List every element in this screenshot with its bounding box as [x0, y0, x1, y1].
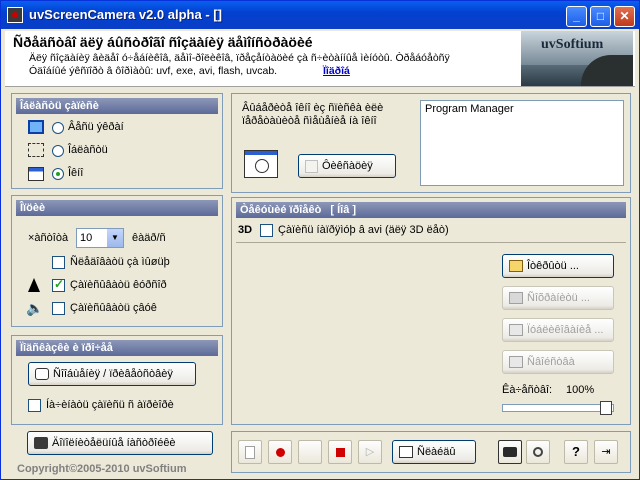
exit-button[interactable]: ⇥	[594, 440, 618, 464]
play-button[interactable]: ▷	[358, 440, 382, 464]
settings-heading: Îïöèè	[16, 200, 218, 216]
fps-select[interactable]: 10 ▼	[76, 228, 124, 248]
misc-heading: Ïîäñêàçêè è ïðî÷åå	[16, 340, 218, 356]
misc-panel: Ïîäñêàçêè è ïðî÷åå Ñîîáùåíèÿ / ïðèâåòñòâ…	[11, 335, 223, 425]
quality-slider-thumb[interactable]	[600, 401, 612, 415]
fixed-window-button[interactable]: Ôèêñàöèÿ	[298, 154, 396, 178]
properties-icon	[509, 356, 523, 369]
title-bar[interactable]: uvScreenCamera v2.0 alpha - [] _ □ ✕	[1, 1, 639, 29]
fixed-window-label: Ôèêñàöèÿ	[322, 160, 373, 172]
cursor-icon	[28, 278, 40, 292]
export-button[interactable]: Ïóáëèêîâàíèå ...	[502, 318, 614, 342]
logo-text: uvSoftium	[541, 37, 604, 52]
logo-rock	[581, 55, 633, 86]
app-icon[interactable]	[7, 7, 23, 23]
direct-avi-checkbox[interactable]	[260, 224, 273, 237]
project-heading: Òåêóùèé ïðîåêò [ Íîâ ]	[236, 202, 626, 218]
fps-unit: êàäð/ñ	[132, 232, 166, 244]
window-select-hint: Âûáåðèòå îêíî èç ñïèñêà èëè ïåðåòàùèòå ñ…	[242, 102, 384, 127]
window-icon	[28, 167, 44, 181]
tools-icon	[34, 437, 48, 450]
copyright-text: Copyright©2005-2010 uvSoftium	[17, 463, 187, 475]
new-file-icon[interactable]	[238, 440, 262, 464]
window-list[interactable]: Program Manager	[420, 100, 624, 186]
record-cursor-label[interactable]: Çàïèñûâàòü êóðñîð	[70, 279, 167, 291]
current-project-panel: Òåêóùèé ïðîåêò [ Íîâ ] 3D Çàïèñü íàïðÿìó…	[231, 197, 631, 425]
window-list-item[interactable]: Program Manager	[421, 101, 623, 117]
annotations-button[interactable]: Ñîîáùåíèÿ / ïðèâåòñòâèÿ	[28, 362, 196, 386]
capture-area-heading: Îáëàñòü çàïèñè	[16, 98, 218, 114]
annotations-button-label: Ñîîáùåíèÿ / ïðèâåòñòâèÿ	[53, 368, 173, 380]
divider	[236, 242, 626, 243]
record-cursor-checkbox[interactable]	[52, 277, 65, 292]
maximize-button[interactable]: □	[590, 6, 611, 27]
mode-3d-label: 3D	[238, 224, 253, 236]
capture-area-panel: Îáëàñòü çàïèñè Âåñü ýêðàí Îáëàñòü Îêíî	[11, 93, 223, 189]
bottom-toolbar: ▷ Ñëàéäû ? ⇥	[231, 431, 631, 473]
project-heading-title: Òåêóùèé ïðîåêò	[240, 204, 322, 216]
quality-value: 100%	[566, 384, 595, 396]
window-picker-icon[interactable]	[244, 150, 278, 178]
radio-region-label[interactable]: Îáëàñòü	[68, 144, 108, 156]
header-title: Ñðåäñòâî äëÿ áûñòðîãî ñîçäàíèÿ äåìîíñòðà…	[13, 34, 313, 50]
fps-value: 10	[80, 232, 93, 244]
radio-window-label[interactable]: Îêíî	[68, 167, 83, 179]
close-button[interactable]: ✕	[614, 6, 635, 27]
start-minimized-label[interactable]: Íà÷èíàòü çàïèñü ñ àïðèîðè	[46, 399, 174, 411]
minimize-button[interactable]: _	[566, 6, 587, 27]
advanced-settings-label: Äîïîëíèòåëüíûå íàñòðîéêè	[52, 437, 176, 449]
chevron-down-icon[interactable]: ▼	[107, 229, 123, 247]
help-button[interactable]: ?	[564, 440, 588, 464]
slides-button-label: Ñëàéäû	[417, 446, 456, 458]
monitor-icon	[28, 120, 44, 134]
export-icon	[509, 324, 523, 337]
window-title: uvScreenCamera v2.0 alpha - []	[29, 7, 222, 22]
region-icon	[28, 143, 44, 157]
fps-label: ×àñòîòà	[28, 232, 69, 244]
open-button-label: Îòêðûòü ...	[527, 260, 579, 272]
start-minimized-checkbox[interactable]	[28, 399, 41, 412]
follow-mouse-label[interactable]: Ñëåäîâàòü çà ìûøüþ	[70, 256, 170, 268]
speaker-icon: 🔈	[26, 300, 44, 316]
properties-button[interactable]: Ñâîéñòâà	[502, 350, 614, 374]
record-sound-label[interactable]: Çàïèñûâàòü çâóê	[70, 302, 157, 314]
record-button[interactable]	[268, 440, 292, 464]
floppy-icon	[509, 292, 523, 305]
camera-icon[interactable]	[498, 440, 522, 464]
quality-label: Êà÷åñòâî:	[502, 384, 553, 396]
export-button-label: Ïóáëèêîâàíèå ...	[527, 324, 604, 336]
stop-button[interactable]	[328, 440, 352, 464]
settings-panel: Îïöèè ×àñòîòà 10 ▼ êàäð/ñ Ñëåäîâàòü çà ì…	[11, 195, 223, 327]
zoom-icon[interactable]	[526, 440, 550, 464]
window-picker-titlebar	[245, 151, 277, 155]
header-description: Äëÿ ñîçäàíèÿ âèäåî ó÷åáíèêîâ, äåìî-ðîëèê…	[29, 52, 450, 64]
direct-avi-label[interactable]: Çàïèñü íàïðÿìóþ â avi (äëÿ 3D ëåò)	[278, 224, 449, 236]
save-button-label: Ñîõðàíèòü ...	[527, 292, 590, 304]
fixed-window-checkbox[interactable]	[305, 159, 318, 173]
radio-window[interactable]	[52, 168, 64, 180]
advanced-settings-button[interactable]: Äîïîëíèòåëüíûå íàñòðîéêè	[27, 431, 213, 455]
header-banner: Ñðåäñòâî äëÿ áûñòðîãî ñîçäàíèÿ äåìîíñòðà…	[5, 31, 635, 87]
slides-button[interactable]: Ñëàéäû	[392, 440, 476, 464]
app-window: uvScreenCamera v2.0 alpha - [] _ □ ✕ Ñðå…	[0, 0, 640, 480]
open-button[interactable]: Îòêðûòü ...	[502, 254, 614, 278]
logo: uvSoftium	[521, 31, 633, 86]
follow-mouse-checkbox[interactable]	[52, 256, 65, 269]
quality-slider[interactable]	[502, 404, 614, 412]
save-button[interactable]: Ñîõðàíèòü ...	[502, 286, 614, 310]
properties-button-label: Ñâîéñòâà	[527, 356, 575, 368]
radio-region[interactable]	[52, 145, 64, 157]
details-link[interactable]: Ïîäðîá	[323, 65, 350, 77]
project-name: [ Íîâ ]	[330, 204, 357, 216]
record-sound-checkbox[interactable]	[52, 302, 65, 315]
radio-fullscreen-label[interactable]: Âåñü ýêðàí	[68, 121, 124, 133]
crosshair-icon	[255, 159, 269, 173]
speech-bubble-icon	[35, 368, 49, 381]
window-select-panel: Âûáåðèòå îêíî èç ñïèñêà èëè ïåðåòàùèòå ñ…	[231, 93, 631, 193]
radio-fullscreen[interactable]	[52, 122, 64, 134]
slides-icon	[399, 446, 413, 459]
pause-button[interactable]	[298, 440, 322, 464]
header-formats: Óäîáíûé ýêñïîðò â ôîðìàòû: uvf, exe, avi…	[29, 65, 278, 77]
folder-icon	[509, 260, 523, 273]
